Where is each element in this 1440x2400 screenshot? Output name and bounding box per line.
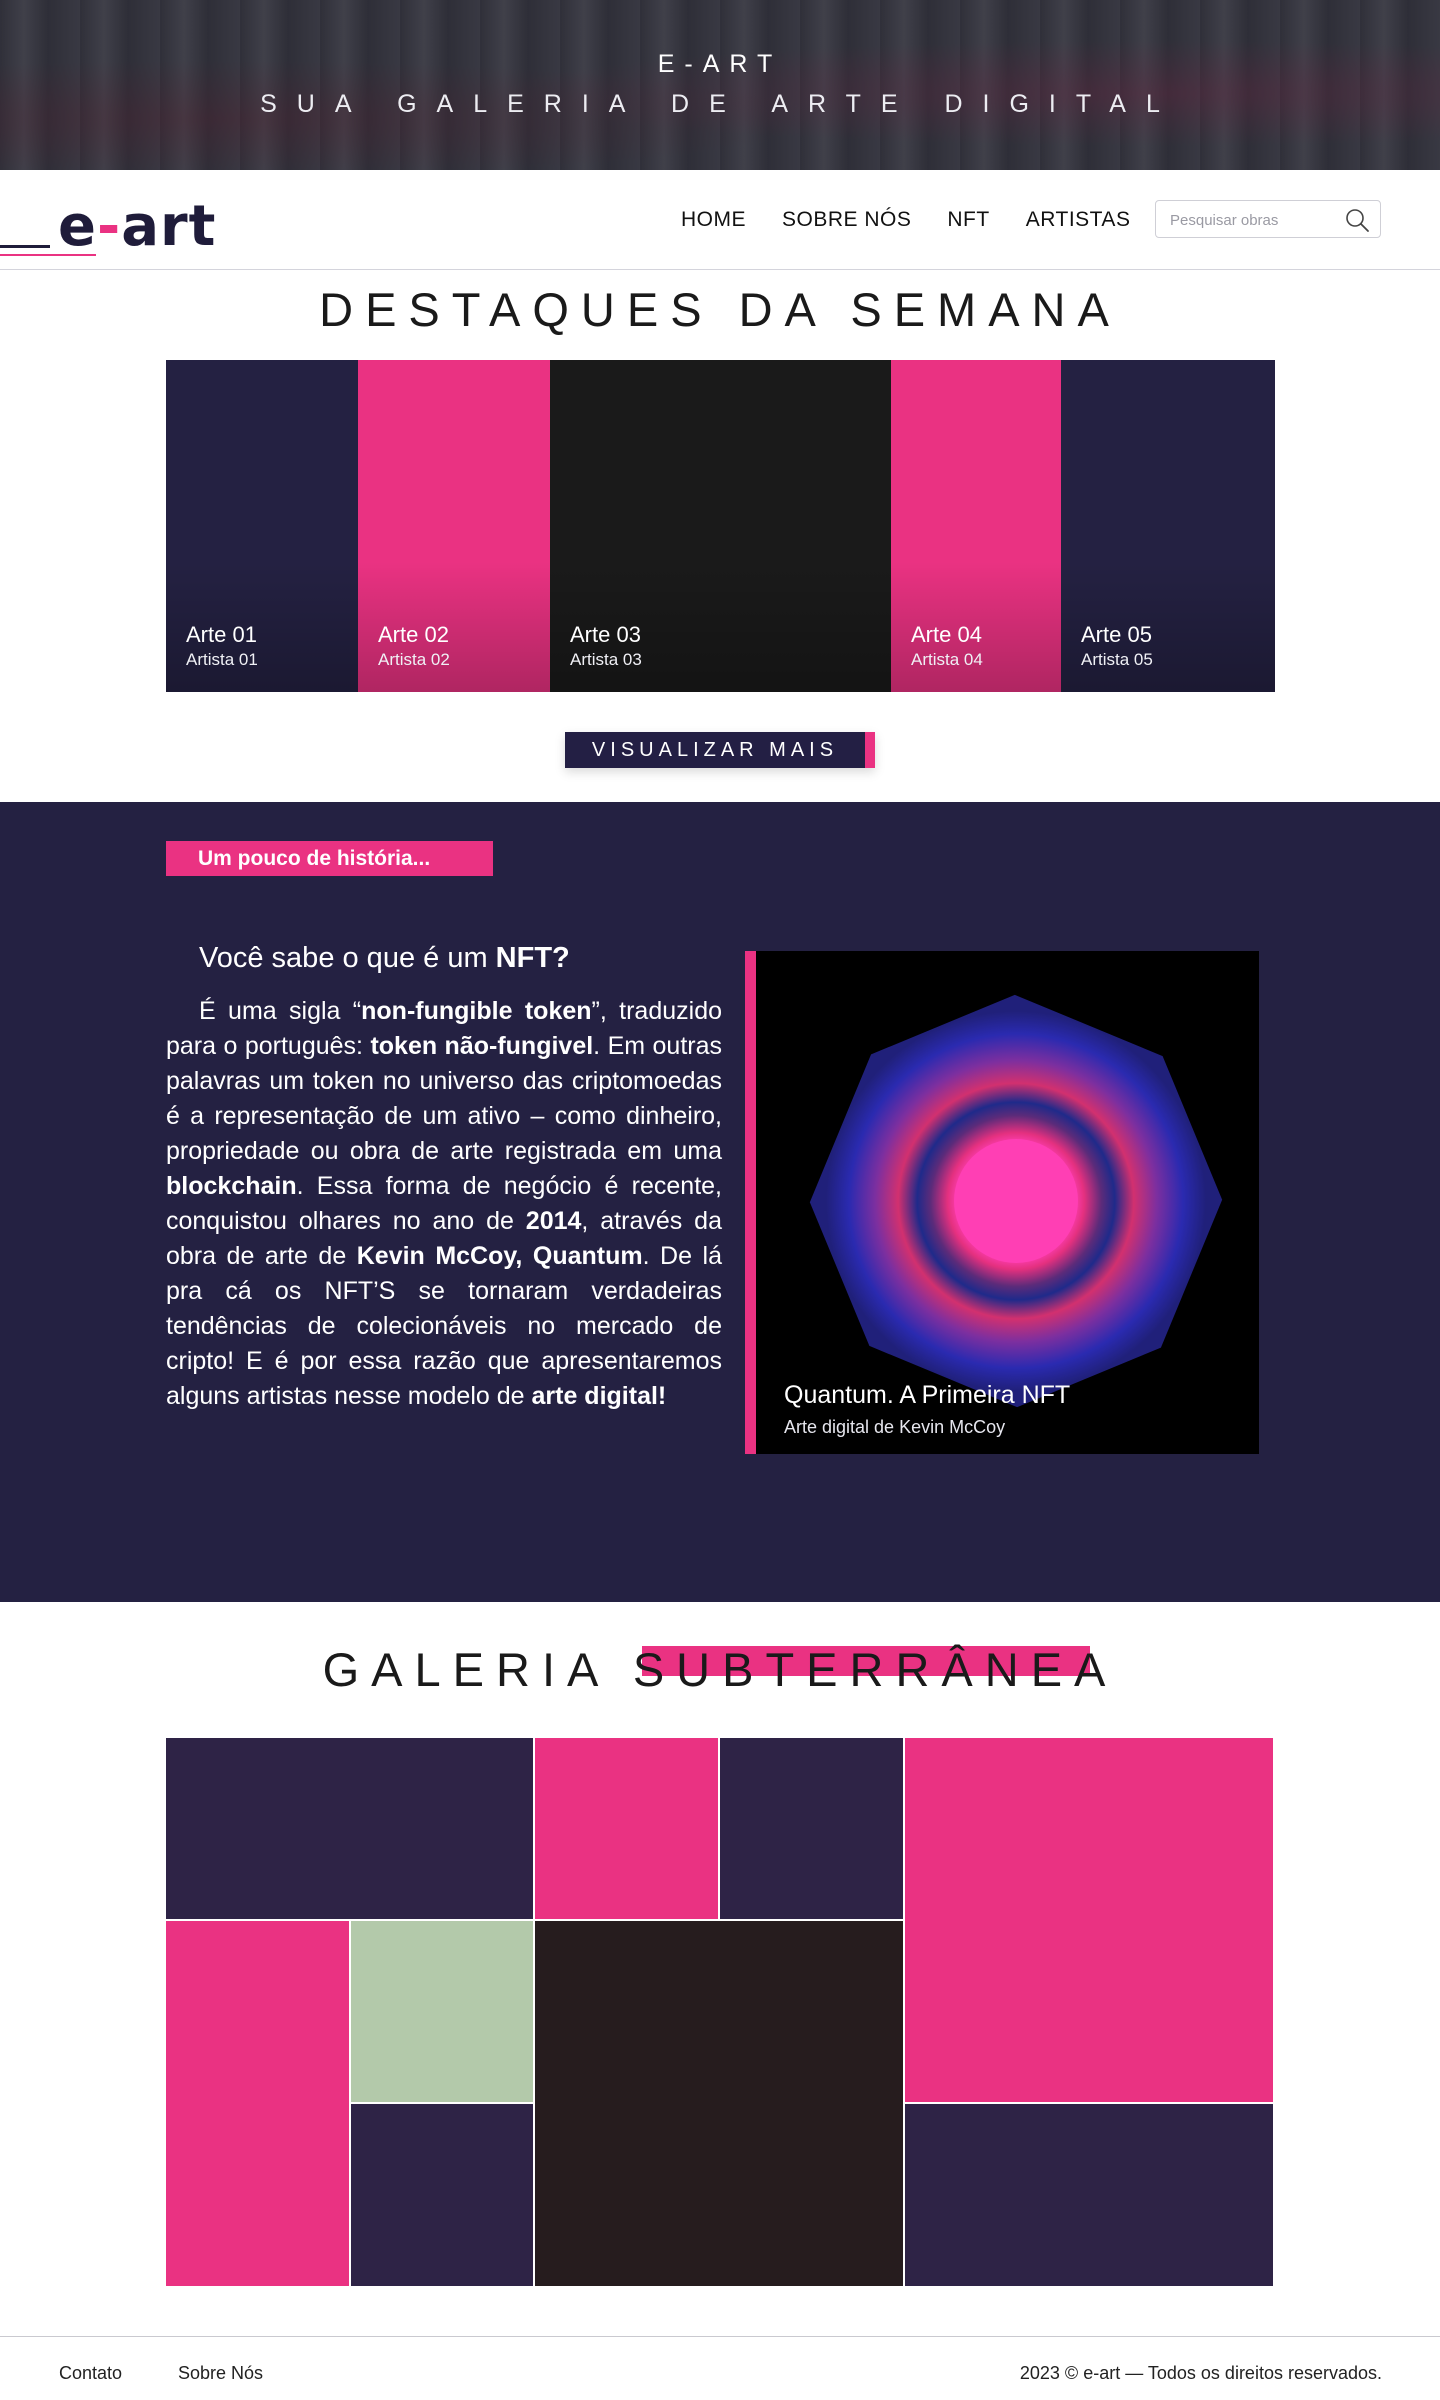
hero-title: E-ART: [657, 50, 783, 78]
logo-text-prefix: e: [58, 194, 97, 259]
gallery-tile[interactable]: [535, 1921, 903, 2286]
galeria-title: GALERIA SUBTERRÂNEA: [322, 1643, 1118, 1696]
card-artist: Artista 03: [570, 650, 642, 669]
card-title: Arte 01: [186, 622, 257, 647]
nav-sobre-nos[interactable]: SOBRE NÓS: [782, 208, 911, 232]
destaques-title: DESTAQUES DA SEMANA: [319, 283, 1121, 336]
hero-subtitle: SUA GALERIA DE ARTE DIGITAL: [260, 90, 1180, 118]
footer-link-contato[interactable]: Contato: [59, 2363, 122, 2384]
footer: Contato Sobre Nós 2023 © e-art — Todos o…: [0, 2336, 1440, 2400]
logo-text-dash: -: [96, 194, 122, 259]
card-artist: Artista 02: [378, 650, 450, 669]
art-card[interactable]: Arte 03 Artista 03: [550, 360, 891, 692]
card-artist: Artista 01: [186, 650, 258, 669]
gallery-tile[interactable]: [720, 1738, 903, 1919]
logo-underline: [0, 245, 50, 248]
gallery-tile[interactable]: [351, 1921, 533, 2102]
card-title: Arte 03: [570, 622, 641, 647]
search-input[interactable]: [1170, 209, 1330, 231]
nft-question: Você sabe o que é um NFT?: [199, 942, 570, 975]
card-title: Arte 04: [911, 622, 982, 647]
historia-tag: Um pouco de história...: [166, 841, 493, 876]
art-card[interactable]: Arte 04 Artista 04: [891, 360, 1061, 692]
navbar: e-art HOME SOBRE NÓS NFT ARTISTAS: [0, 170, 1440, 270]
nft-text-bold: Kevin McCoy, Quantum: [356, 1242, 643, 1270]
gallery-tile[interactable]: [905, 2104, 1273, 2286]
gallery-tile[interactable]: [166, 1738, 533, 1919]
nft-question-text: Você sabe o que é um: [199, 942, 496, 974]
gallery-tile[interactable]: [535, 1738, 718, 1919]
art-card[interactable]: Arte 05 Artista 05: [1061, 360, 1275, 692]
nft-text-bold: token não-fungivel: [370, 1032, 594, 1060]
logo-text-suffix: art: [121, 194, 217, 259]
nft-text-run: É uma sigla “: [199, 997, 362, 1025]
logo[interactable]: e-art: [0, 194, 240, 260]
logo-text: e-art: [58, 194, 216, 259]
quantum-core: [954, 1139, 1078, 1263]
historia-section: Um pouco de história... Você sabe o que …: [0, 802, 1440, 1602]
quantum-title: Quantum. A Primeira NFT: [784, 1381, 1071, 1409]
card-artist: Artista 04: [911, 650, 983, 669]
gallery-tile[interactable]: [905, 1738, 1273, 2102]
quantum-artwork: [809, 994, 1223, 1408]
nft-text-bold: non-fungible token: [361, 997, 592, 1025]
quantum-caption: Arte digital de Kevin McCoy: [784, 1417, 1006, 1437]
art-card[interactable]: Arte 01 Artista 01: [166, 360, 358, 692]
nav-menu: HOME SOBRE NÓS NFT ARTISTAS: [681, 208, 1166, 232]
gallery-grid: [166, 1738, 1273, 2286]
nft-text-bold: blockchain: [166, 1172, 297, 1200]
nft-paragraph: É uma sigla “non-fungible token”, traduz…: [166, 994, 722, 1414]
nft-question-bold: NFT?: [495, 942, 570, 974]
view-more-button[interactable]: VISUALIZAR MAIS: [565, 732, 875, 768]
gallery-tile[interactable]: [351, 2104, 533, 2286]
search-icon[interactable]: [1344, 207, 1370, 233]
quantum-image: Quantum. A Primeira NFT Arte digital de …: [745, 951, 1259, 1454]
footer-link-sobre-nos[interactable]: Sobre Nós: [178, 2363, 263, 2384]
hero-banner: E-ART SUA GALERIA DE ARTE DIGITAL: [0, 0, 1440, 170]
art-card[interactable]: Arte 02 Artista 02: [358, 360, 550, 692]
destaques-cards: Arte 01 Artista 01 Arte 02 Artista 02 Ar…: [166, 360, 1275, 692]
card-title: Arte 02: [378, 622, 449, 647]
nft-text-bold: 2014: [525, 1207, 582, 1235]
gallery-tile[interactable]: [166, 1921, 349, 2286]
card-title: Arte 05: [1081, 622, 1152, 647]
footer-copyright: 2023 © e-art — Todos os direitos reserva…: [1019, 2363, 1382, 2383]
card-artist: Artista 05: [1081, 650, 1153, 669]
nav-artistas[interactable]: ARTISTAS: [1026, 208, 1131, 232]
nft-text-bold: arte digital!: [531, 1382, 667, 1410]
nav-nft[interactable]: NFT: [947, 208, 989, 232]
nav-home[interactable]: HOME: [681, 208, 746, 232]
search-box: [1155, 200, 1381, 238]
